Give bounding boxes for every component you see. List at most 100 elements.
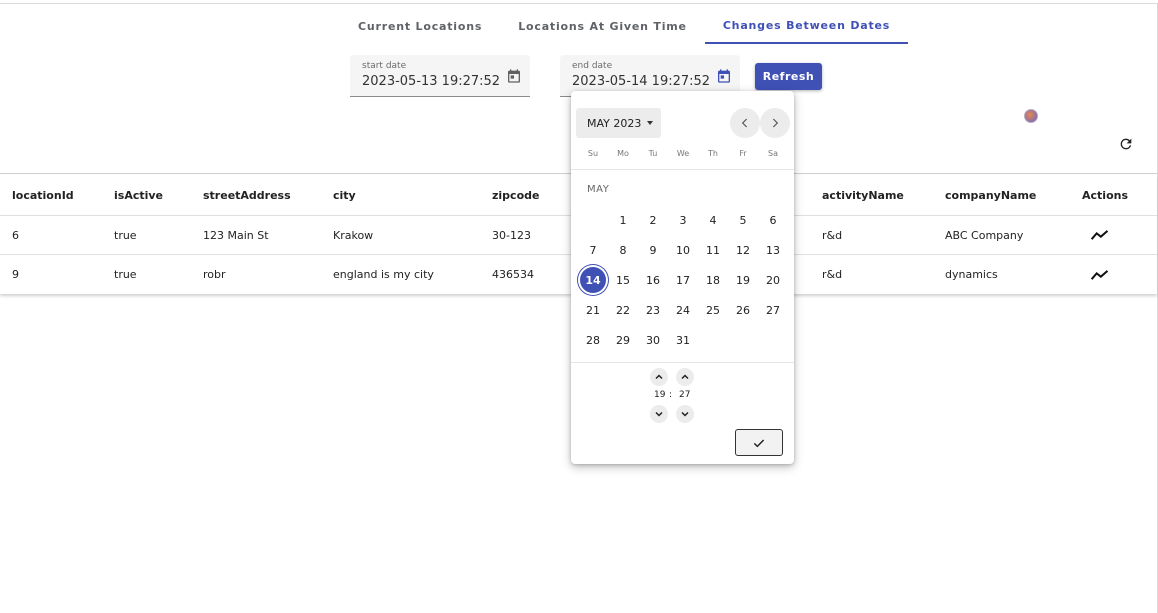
hour-decrement-button[interactable]	[650, 405, 668, 423]
weekday-label: Sa	[768, 149, 778, 158]
calendar-day[interactable]: 16	[640, 267, 666, 293]
weekday-label: Su	[587, 149, 599, 158]
weekday-label: Th	[708, 149, 718, 158]
calendar-day[interactable]: 2	[640, 207, 666, 233]
trending-icon[interactable]	[1090, 216, 1110, 254]
cell-zipcode: 436534	[492, 268, 534, 281]
cell-activity-name: r&d	[822, 228, 843, 242]
weekday-label: Mo	[617, 149, 629, 158]
chevron-up-icon	[655, 374, 663, 380]
cell-location-id: 9	[12, 268, 19, 281]
cell-location-id: 6	[12, 228, 19, 242]
calendar-day[interactable]: 12	[730, 237, 756, 263]
minute-value[interactable]: 27	[679, 390, 690, 400]
cell-city: Krakow	[333, 228, 374, 242]
calendar-day[interactable]: 22	[610, 297, 636, 323]
month-year-label: MAY 2023	[587, 116, 642, 130]
calendar-day[interactable]: 13	[760, 237, 786, 263]
calendar-day[interactable]: 5	[730, 207, 756, 233]
calendar-icon[interactable]	[716, 68, 732, 84]
reload-icon[interactable]	[1118, 136, 1134, 152]
calendar-day[interactable]: 8	[610, 237, 636, 263]
calendar-day[interactable]: 20	[760, 267, 786, 293]
chevron-left-icon	[741, 118, 748, 128]
datetime-picker-popup: MAY 2023 Su Mo Tu We Th Fr Sa MAY 123456…	[571, 91, 794, 464]
calendar-day[interactable]: 9	[640, 237, 666, 263]
start-date-field[interactable]: start date	[350, 55, 530, 97]
cell-company-name: dynamics	[945, 268, 998, 281]
month-year-select-button[interactable]: MAY 2023	[576, 108, 661, 138]
calendar-day[interactable]: 1	[610, 207, 636, 233]
calendar-day[interactable]: 27	[760, 297, 786, 323]
chevron-up-icon	[681, 374, 689, 380]
cell-city: england is my city	[333, 268, 434, 281]
column-header[interactable]: locationId	[12, 175, 74, 215]
caret-down-icon	[647, 121, 654, 125]
end-date-input[interactable]	[572, 74, 712, 89]
calendar-day[interactable]: 23	[640, 297, 666, 323]
previous-month-button[interactable]	[730, 108, 760, 138]
weekday-label: Fr	[739, 149, 747, 158]
tab-current-locations[interactable]: Current Locations	[340, 8, 500, 44]
tab-locations-at-given-time[interactable]: Locations At Given Time	[500, 8, 705, 44]
cell-is-active: true	[114, 228, 137, 242]
status-indicator-icon	[1024, 109, 1038, 123]
tab-bar: Current Locations Locations At Given Tim…	[340, 8, 909, 44]
calendar-day[interactable]: 21	[580, 297, 606, 323]
trending-icon[interactable]	[1090, 255, 1110, 294]
cell-street-address: 123 Main St	[203, 228, 269, 242]
hour-value[interactable]: 19	[654, 390, 665, 400]
start-date-label: start date	[362, 61, 407, 71]
chevron-right-icon	[772, 118, 779, 128]
calendar-day[interactable]: 15	[610, 267, 636, 293]
checkmark-icon	[753, 438, 765, 447]
calendar-day-selected[interactable]: 14	[580, 267, 606, 293]
chevron-down-icon	[681, 411, 689, 417]
calendar-day[interactable]: 24	[670, 297, 696, 323]
calendar-day[interactable]: 28	[580, 327, 606, 353]
calendar-day[interactable]: 31	[670, 327, 696, 353]
calendar-day[interactable]: 26	[730, 297, 756, 323]
weekday-header: Su Mo Tu We Th Fr Sa	[578, 149, 788, 163]
calendar-day[interactable]: 30	[640, 327, 666, 353]
start-date-input[interactable]	[362, 74, 502, 89]
hour-increment-button[interactable]	[650, 368, 668, 386]
calendar-month-label: MAY	[587, 184, 610, 195]
cell-company-name: ABC Company	[945, 228, 1024, 242]
column-header[interactable]: streetAddress	[203, 175, 291, 215]
calendar-day[interactable]: 19	[730, 267, 756, 293]
weekday-label: Tu	[648, 149, 658, 158]
divider	[571, 169, 794, 170]
weekday-label: We	[676, 149, 690, 158]
column-header[interactable]: zipcode	[492, 175, 539, 215]
calendar-day[interactable]: 10	[670, 237, 696, 263]
column-header[interactable]: companyName	[945, 175, 1036, 215]
next-month-button[interactable]	[760, 108, 790, 138]
calendar-day[interactable]: 17	[670, 267, 696, 293]
calendar-day[interactable]: 7	[580, 237, 606, 263]
calendar-day[interactable]: 11	[700, 237, 726, 263]
cell-zipcode: 30-123	[492, 228, 531, 242]
calendar-day[interactable]: 6	[760, 207, 786, 233]
refresh-button[interactable]: Refresh	[755, 63, 822, 90]
calendar-icon[interactable]	[506, 68, 522, 84]
column-header[interactable]: isActive	[114, 175, 163, 215]
tab-changes-between-dates[interactable]: Changes Between Dates	[704, 8, 909, 44]
minute-increment-button[interactable]	[676, 368, 694, 386]
time-separator: :	[669, 390, 673, 400]
minute-decrement-button[interactable]	[676, 405, 694, 423]
calendar-day[interactable]: 3	[670, 207, 696, 233]
calendar-day[interactable]: 29	[610, 327, 636, 353]
cell-is-active: true	[114, 268, 137, 281]
calendar-day[interactable]: 25	[700, 297, 726, 323]
chevron-down-icon	[655, 411, 663, 417]
calendar-day[interactable]: 18	[700, 267, 726, 293]
cell-activity-name: r&d	[822, 268, 843, 281]
divider	[571, 362, 794, 363]
confirm-button[interactable]	[735, 429, 783, 456]
calendar-day[interactable]: 4	[700, 207, 726, 233]
end-date-label: end date	[572, 61, 613, 71]
column-header[interactable]: city	[333, 175, 356, 215]
column-header[interactable]: activityName	[822, 175, 904, 215]
column-header: Actions	[1082, 188, 1128, 202]
